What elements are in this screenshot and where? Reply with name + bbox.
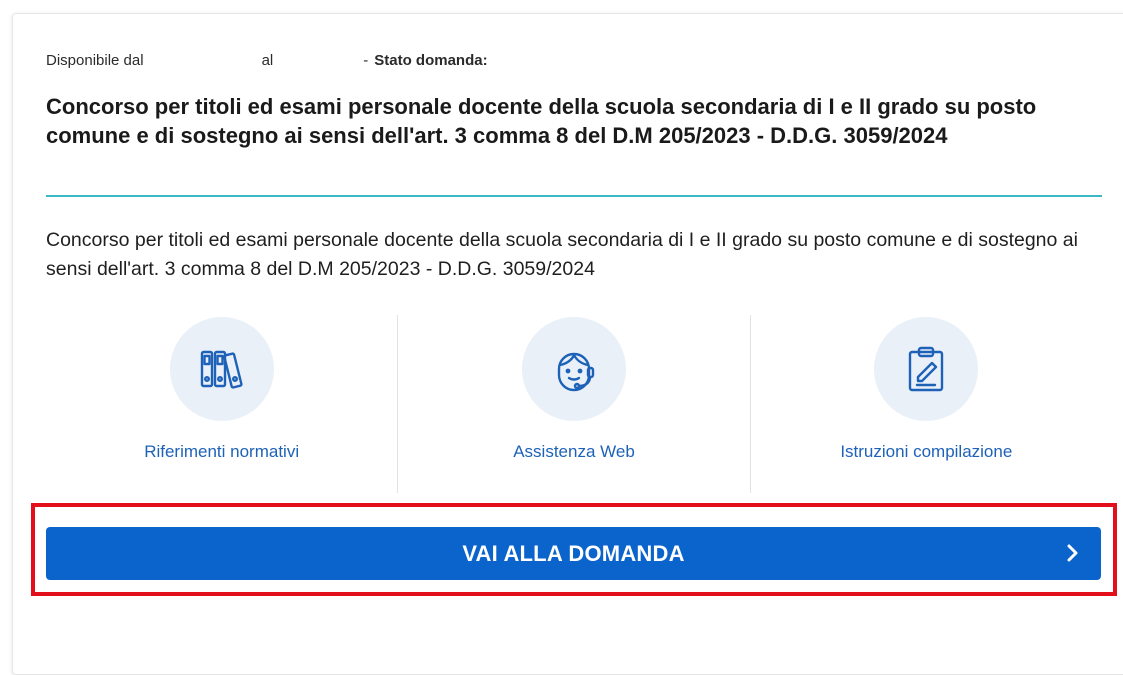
available-label: Disponibile dal [46,52,144,69]
card-description: Concorso per titoli ed esami personale d… [46,229,1078,280]
resource-links: Riferimenti normativi Assistenza Web Ist… [46,315,1102,493]
link-riferimenti-normativi[interactable]: Riferimenti normativi [46,315,397,493]
binders-icon [169,317,274,421]
chevron-right-icon [1067,544,1078,562]
card-title: Concorso per titoli ed esami personale d… [46,94,1037,148]
cta-label: VAI ALLA DOMANDA [462,540,685,566]
go-to-application-button[interactable]: VAI ALLA DOMANDA [46,527,1101,580]
headset-support-icon [521,317,626,421]
separator: - [363,52,369,69]
link-label: Assistenza Web [513,442,635,461]
availability-status-line: Disponibile dal al - Stato domanda: [46,52,488,69]
link-istruzioni-compilazione[interactable]: Istruzioni compilazione [749,315,1102,493]
link-label: Istruzioni compilazione [840,442,1013,461]
link-label: Riferimenti normativi [144,442,300,461]
to-label: al [261,52,274,69]
status-label: Stato domanda: [374,52,488,69]
title-divider [46,195,1102,197]
clipboard-edit-icon [874,317,979,421]
link-assistenza-web[interactable]: Assistenza Web [397,315,749,493]
